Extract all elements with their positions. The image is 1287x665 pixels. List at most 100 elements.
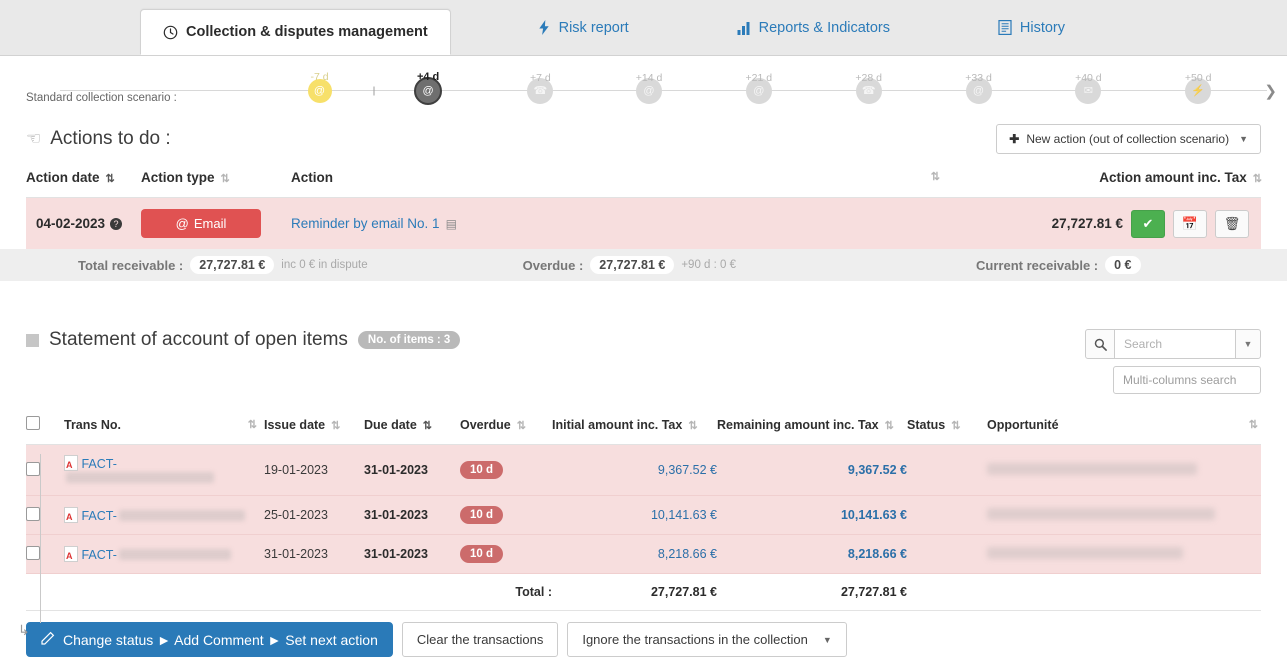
timeline-node-50d[interactable]: +50 d⚡ <box>1185 78 1211 104</box>
multi-columns-search-input[interactable] <box>1113 366 1261 394</box>
sort-icon[interactable]: ⇅ <box>106 173 114 185</box>
sort-icon[interactable]: ⇅ <box>1249 418 1257 431</box>
tab-risk-report[interactable]: Risk report <box>515 0 651 55</box>
plus-icon: ✚ <box>1009 132 1019 146</box>
tree-connector-line <box>40 454 41 623</box>
table-row[interactable]: FACT-31-01-202331-01-202310 d8,218.66 €8… <box>26 535 1261 574</box>
timeline-node-icon: @ <box>973 85 984 97</box>
timeline-node-14d[interactable]: +14 d@ <box>636 78 662 104</box>
col-label: Overdue <box>460 418 511 432</box>
timeline-node-icon: ⚡ <box>1191 84 1205 97</box>
row-checkbox[interactable] <box>26 546 40 560</box>
transaction-link[interactable]: FACT- <box>81 509 116 523</box>
table-row[interactable]: FACT-19-01-202331-01-202310 d9,367.52 €9… <box>26 445 1261 496</box>
col-initial-amount[interactable]: Initial amount inc. Tax⇅ <box>552 408 717 445</box>
sort-icon[interactable]: ⇅ <box>221 173 229 185</box>
timeline-node-4d[interactable]: +4 d@ <box>414 77 442 105</box>
actions-table: Action date⇅ Action type⇅ Action ⇅ Actio… <box>26 160 1261 249</box>
timeline-node-day-label: +28 d <box>855 72 882 84</box>
row-checkbox[interactable] <box>26 462 40 476</box>
tab-history[interactable]: History <box>976 0 1087 55</box>
pdf-icon[interactable] <box>64 507 78 523</box>
col-action-amount[interactable]: Action amount inc. Tax ⇅ <box>961 160 1261 198</box>
ignore-transactions-button[interactable]: Ignore the transactions in the collectio… <box>567 622 846 657</box>
sort-icon[interactable]: ⇅ <box>423 420 431 432</box>
timeline-node-icon: @ <box>314 85 325 97</box>
overdue-sub: +90 d : 0 € <box>681 259 736 271</box>
col-remaining-amount[interactable]: Remaining amount inc. Tax ⇅ <box>717 408 907 445</box>
tab-right-gap <box>1087 0 1287 55</box>
timeline-node-day-label: +7 d <box>530 72 551 84</box>
search-input[interactable] <box>1115 329 1235 359</box>
timeline-node-day-label: +14 d <box>636 72 663 84</box>
status-cell <box>907 496 987 535</box>
due-date-cell: 31-01-2023 <box>364 445 460 496</box>
validate-action-button[interactable]: ✔ <box>1131 210 1165 238</box>
change-status-button[interactable]: Change status ► Add Comment ► Set next a… <box>26 622 393 657</box>
tab-collection-disputes-management[interactable]: Collection & disputes management <box>140 9 451 55</box>
row-checkbox[interactable] <box>26 507 40 521</box>
action-row[interactable]: 04-02-2023?@EmailReminder by email No. 1… <box>26 198 1261 250</box>
overdue-badge: 10 d <box>460 545 503 563</box>
opportunity-cell <box>987 496 1261 535</box>
sort-icon[interactable]: ⇅ <box>517 420 525 432</box>
timeline-node-icon: ✉ <box>1084 84 1093 97</box>
help-icon[interactable]: ? <box>110 218 122 230</box>
col-status[interactable]: Status⇅ <box>907 408 987 445</box>
timeline-node-21d[interactable]: +21 d@ <box>746 78 772 104</box>
table-row[interactable]: FACT-25-01-202331-01-202310 d10,141.63 €… <box>26 496 1261 535</box>
col-action-type[interactable]: Action type⇅ <box>141 160 291 198</box>
sort-icon[interactable]: ⇅ <box>931 170 939 183</box>
clear-transactions-label: Clear the transactions <box>417 632 543 647</box>
col-issue-date[interactable]: Issue date⇅ <box>264 408 364 445</box>
col-due-date[interactable]: Due date⇅ <box>364 408 460 445</box>
trans-no-cell: FACT- <box>64 445 264 496</box>
transaction-link[interactable]: FACT- <box>81 548 116 562</box>
total-initial-amount: 27,727.81 € <box>552 574 717 611</box>
sort-icon[interactable]: ⇅ <box>951 420 959 432</box>
sort-icon[interactable]: ⇅ <box>248 418 256 431</box>
timeline-node-28d[interactable]: +28 d☎ <box>856 78 882 104</box>
redacted-opportunity <box>987 463 1197 475</box>
timeline-node-day-label: -7 d <box>310 71 328 83</box>
col-trans-no[interactable]: Trans No. ⇅ <box>64 408 264 445</box>
action-link[interactable]: Reminder by email No. 1 <box>291 216 440 231</box>
note-icon[interactable]: ▤ <box>446 217 457 231</box>
opportunity-cell <box>987 445 1261 496</box>
postpone-action-button[interactable]: 📅 <box>1173 210 1207 238</box>
tab-reports-indicators[interactable]: Reports & Indicators <box>715 0 912 55</box>
actions-title: Actions to do : <box>50 128 170 150</box>
sort-icon[interactable]: ⇅ <box>1253 173 1261 185</box>
col-opportunity[interactable]: Opportunité ⇅ <box>987 408 1261 445</box>
statement-header: Statement of account of open items No. o… <box>0 329 1287 394</box>
sort-icon[interactable]: ⇅ <box>688 420 696 432</box>
search-dropdown-caret-icon[interactable]: ▼ <box>1235 329 1261 359</box>
total-receivable-label: Total receivable : <box>78 258 183 273</box>
select-all-checkbox[interactable] <box>26 416 40 430</box>
timeline-node-40d[interactable]: +40 d✉ <box>1075 78 1101 104</box>
timeline-node-7d[interactable]: -7 d@ <box>308 79 332 103</box>
col-label: Action amount inc. Tax <box>1099 170 1247 185</box>
email-type-badge[interactable]: @Email <box>141 209 261 238</box>
status-cell <box>907 445 987 496</box>
receivables-summary-bar: Total receivable : 27,727.81 € inc 0 € i… <box>0 249 1287 281</box>
sort-icon[interactable]: ⇅ <box>885 420 893 432</box>
new-action-button[interactable]: ✚ New action (out of collection scenario… <box>996 124 1261 154</box>
sort-icon[interactable]: ⇅ <box>331 420 339 432</box>
delete-action-button[interactable]: 🗑 <box>1215 210 1249 238</box>
col-label: Remaining amount inc. Tax <box>717 418 879 432</box>
timeline-node-33d[interactable]: +33 d@ <box>966 78 992 104</box>
search-icon[interactable] <box>1085 329 1115 359</box>
col-action-date[interactable]: Action date⇅ <box>26 160 141 198</box>
timeline-node-7d[interactable]: +7 d☎ <box>527 78 553 104</box>
collapse-square-icon[interactable] <box>26 334 39 347</box>
col-action[interactable]: Action ⇅ <box>291 160 961 198</box>
col-overdue[interactable]: Overdue ⇅ <box>460 408 552 445</box>
edit-pencil-icon <box>41 631 55 648</box>
redacted-transaction-number <box>119 510 245 521</box>
action-amount-cell: 27,727.81 €✔📅🗑 <box>961 198 1261 250</box>
clear-transactions-button[interactable]: Clear the transactions <box>402 622 558 657</box>
transaction-link[interactable]: FACT- <box>81 457 116 471</box>
pdf-icon[interactable] <box>64 546 78 562</box>
pdf-icon[interactable] <box>64 455 78 471</box>
